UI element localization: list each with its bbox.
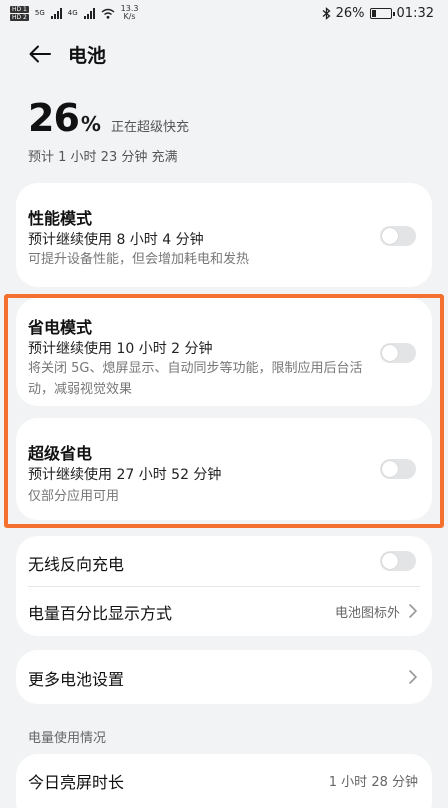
percentage-display-value: 电池图标外 (334, 606, 400, 621)
wireless-reverse-charging-row[interactable]: 无线反向充电 (16, 536, 432, 586)
power-saving-mode-subtitle: 预计继续使用 10 小时 2 分钟 (28, 341, 213, 357)
screen-on-time-value: 1 小时 28 分钟 (328, 775, 418, 790)
battery-percent-text: 26% (335, 5, 365, 21)
performance-mode-toggle[interactable] (380, 226, 416, 246)
network-speed: 13.3 K/s (121, 5, 139, 21)
super-power-saving-description: 仅部分应用可用 (28, 489, 120, 504)
hd2-badge: HD 2 (10, 13, 29, 21)
status-bar-right: 26% 01:32 (322, 6, 434, 21)
arrow-left-icon (29, 45, 51, 63)
signal-1-icon (50, 7, 62, 19)
percentage-display-label: 电量百分比显示方式 (28, 604, 173, 623)
super-power-saving-subtitle: 预计继续使用 27 小时 52 分钟 (28, 467, 222, 483)
network-2-label: 4G (67, 9, 78, 17)
charging-settings-card: 无线反向充电 电量百分比显示方式 电池图标外 (16, 536, 432, 636)
charge-estimate: 预计 1 小时 23 分钟 充满 (28, 150, 178, 165)
page-title: 电池 (68, 44, 107, 67)
hd-badges: HD 1 HD 2 (10, 5, 29, 21)
power-saving-mode-title: 省电模式 (28, 318, 93, 337)
chevron-right-icon (409, 670, 417, 684)
charging-status: 正在超级快充 (110, 120, 189, 135)
power-saving-mode-card[interactable]: 省电模式 预计继续使用 10 小时 2 分钟 将关闭 5G、熄屏显示、自动同步等… (16, 298, 432, 406)
screen-on-time-label: 今日亮屏时长 (28, 773, 125, 792)
power-saving-mode-description: 将关闭 5G、熄屏显示、自动同步等功能，限制应用后台活动，减弱视觉效果 (28, 361, 363, 397)
battery-icon (369, 7, 395, 19)
status-bar: HD 1 HD 2 5G 4G 13.3 K/s 26% 01:32 (0, 0, 448, 26)
battery-level-number: 26 (28, 96, 80, 140)
performance-mode-description: 可提升设备性能，但会增加耗电和发热 (28, 252, 250, 267)
usage-card: 今日亮屏时长 1 小时 28 分钟 (16, 754, 432, 808)
screen-on-time-row[interactable]: 今日亮屏时长 1 小时 28 分钟 (16, 754, 432, 804)
header: 电池 (0, 32, 448, 76)
network-1-label: 5G (34, 9, 45, 17)
usage-section-title: 电量使用情况 (28, 731, 107, 746)
more-battery-settings-label: 更多电池设置 (28, 670, 125, 689)
super-power-saving-toggle[interactable] (380, 459, 416, 479)
power-saving-mode-toggle[interactable] (380, 343, 416, 363)
signal-2-icon (83, 7, 95, 19)
super-power-saving-title: 超级省电 (28, 444, 93, 463)
bluetooth-icon (322, 6, 331, 20)
super-power-saving-card[interactable]: 超级省电 预计继续使用 27 小时 52 分钟 仅部分应用可用 (16, 418, 432, 520)
back-button[interactable] (26, 40, 54, 68)
wireless-reverse-charging-toggle[interactable] (380, 551, 416, 571)
performance-mode-title: 性能模式 (28, 209, 93, 228)
status-bar-left: HD 1 HD 2 5G 4G 13.3 K/s (10, 5, 138, 21)
battery-level: 26 % 正在超级快充 (28, 96, 189, 140)
network-speed-unit: K/s (123, 12, 136, 21)
performance-mode-subtitle: 预计继续使用 8 小时 4 分钟 (28, 232, 204, 248)
more-battery-settings-row[interactable]: 更多电池设置 (16, 650, 432, 704)
hd1-badge: HD 1 (10, 5, 29, 13)
battery-percent-sign: % (80, 112, 101, 136)
battery-level-fill (371, 9, 377, 17)
clock: 01:32 (396, 5, 434, 21)
performance-mode-card[interactable]: 性能模式 预计继续使用 8 小时 4 分钟 可提升设备性能，但会增加耗电和发热 (16, 183, 432, 287)
wifi-icon (101, 8, 115, 19)
chevron-right-icon (409, 604, 417, 618)
wireless-reverse-charging-label: 无线反向充电 (28, 555, 125, 574)
percentage-display-row[interactable]: 电量百分比显示方式 电池图标外 (16, 586, 432, 636)
